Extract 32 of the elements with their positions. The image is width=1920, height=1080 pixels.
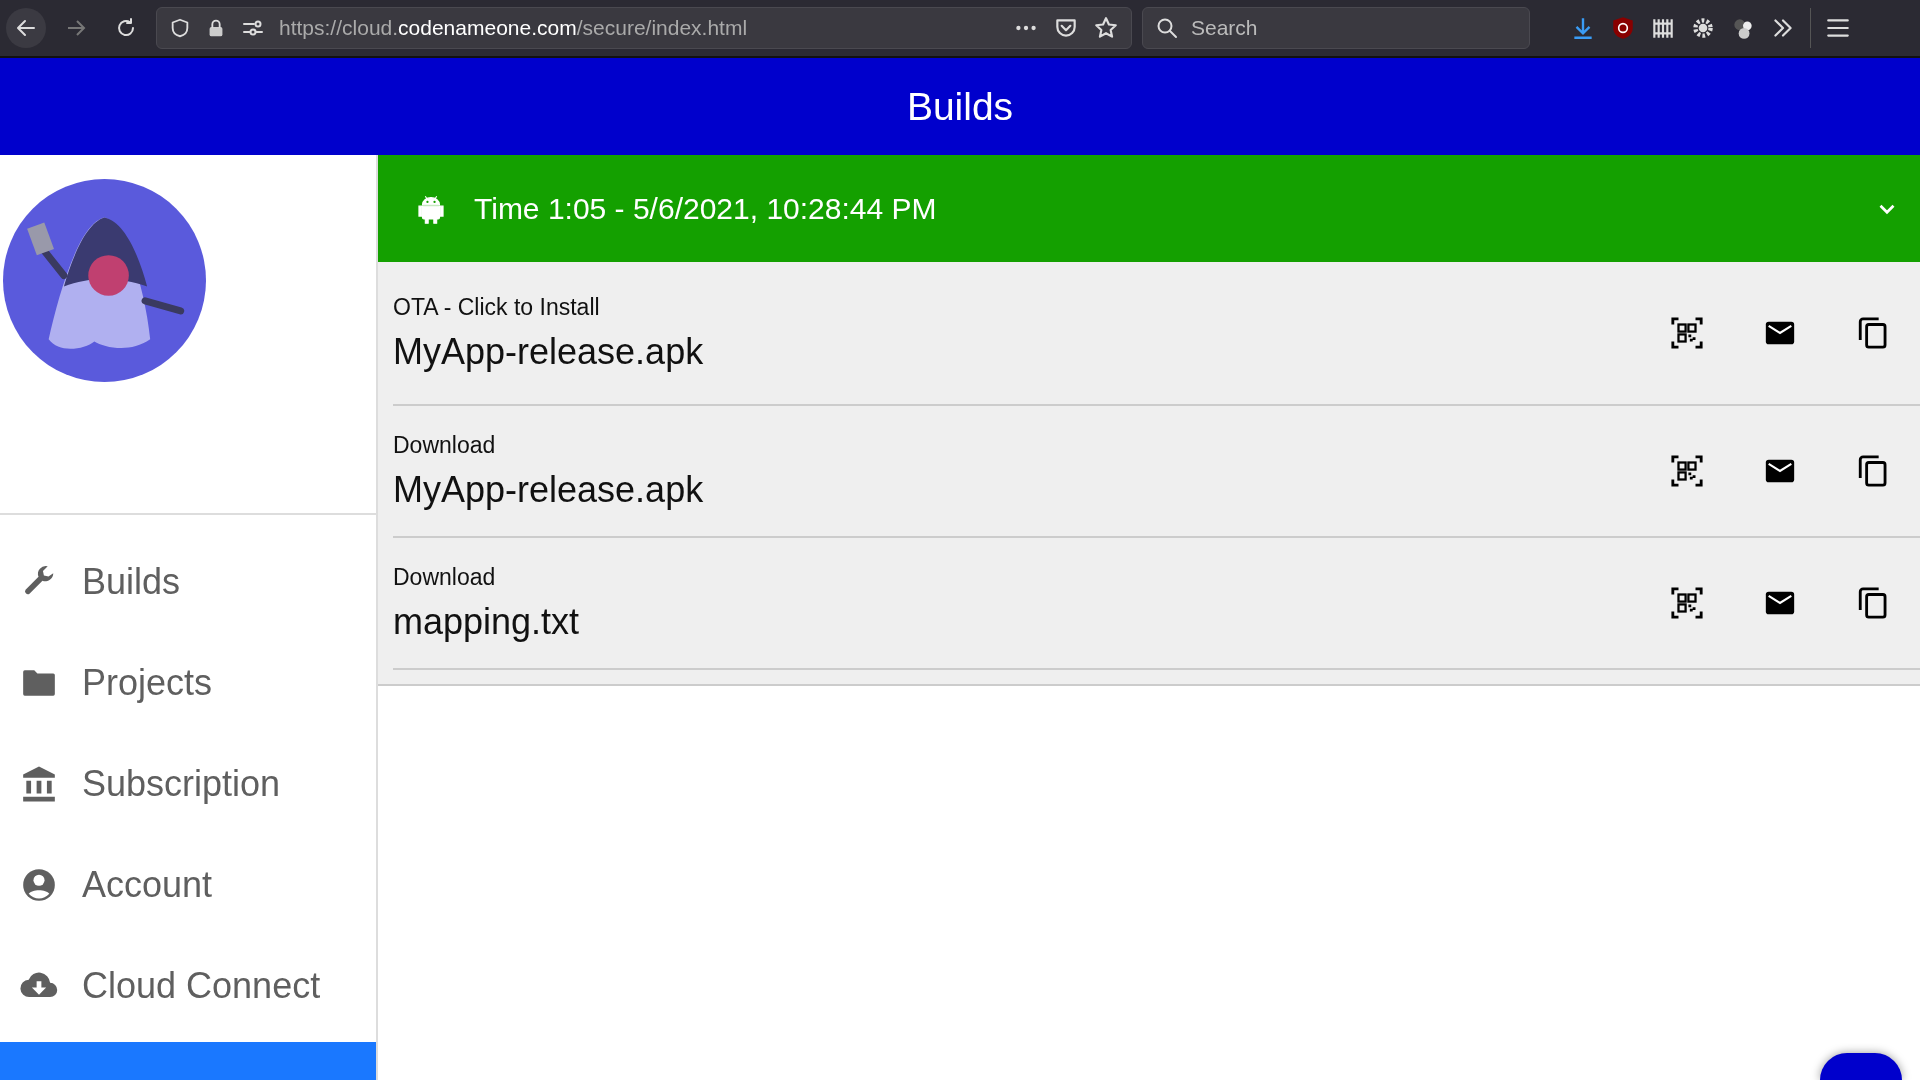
qr-code-button[interactable]: [1670, 316, 1704, 350]
build-header[interactable]: Time 1:05 - 5/6/2021, 10:28:44 PM: [378, 155, 1920, 262]
page-title: Builds: [906, 84, 1014, 129]
floating-action-button[interactable]: [1820, 1053, 1902, 1080]
gear-icon[interactable]: [1690, 15, 1716, 41]
file-action-link[interactable]: Download: [393, 563, 1670, 591]
file-action-link[interactable]: Download: [393, 431, 1670, 459]
url-text: https://cloud.codenameone.com/secure/index.html: [279, 16, 749, 40]
file-name: MyApp-release.apk: [393, 330, 705, 373]
search-field[interactable]: Search: [1142, 7, 1530, 49]
qr-code-button[interactable]: [1670, 586, 1704, 620]
qr-code-button[interactable]: [1670, 454, 1704, 488]
build-title: Time 1:05 - 5/6/2021, 10:28:44 PM: [474, 191, 938, 226]
sidebar-item[interactable]: Cloud Connect: [0, 935, 376, 1036]
star-icon[interactable]: [1093, 15, 1119, 41]
back-button[interactable]: [6, 8, 46, 48]
shield-badge-icon[interactable]: [1610, 15, 1636, 41]
qr-code-icon: [1670, 454, 1704, 488]
qr-code-icon: [1670, 316, 1704, 350]
bank-icon: [20, 764, 58, 803]
file-name: MyApp-release.apk: [393, 468, 705, 511]
sidebar-item[interactable]: Builds: [0, 531, 376, 632]
qr-code-icon: [1670, 586, 1704, 620]
sidebar-item[interactable]: Subscription: [0, 733, 376, 834]
sidebar-item[interactable]: Projects: [0, 632, 376, 733]
file-name: mapping.txt: [393, 600, 581, 643]
shield-icon: [169, 17, 191, 39]
address-bar[interactable]: https://cloud.codenameone.com/secure/index.html: [156, 7, 1132, 49]
search-input: Search: [1189, 15, 1493, 41]
search-icon: [1155, 16, 1179, 40]
sidebar-item[interactable]: Account: [0, 834, 376, 935]
file-action-link[interactable]: OTA - Click to Install: [393, 293, 1670, 321]
